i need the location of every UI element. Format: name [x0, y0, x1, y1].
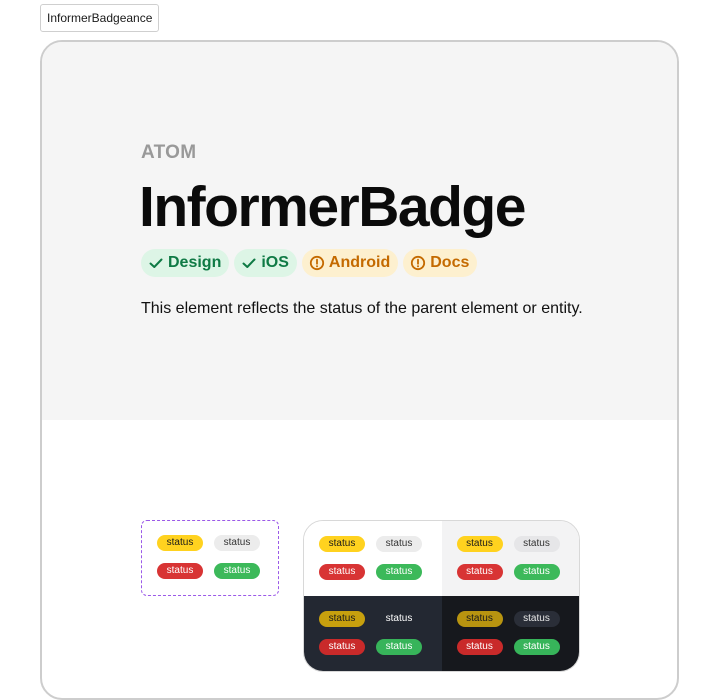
component-type: ATOM	[141, 142, 197, 163]
dark-theme-preview: status status status status	[304, 596, 442, 671]
platform-status-list: Design iOS Android Docs	[141, 249, 478, 277]
warning-badge: status	[456, 611, 503, 627]
warning-badge: status	[319, 611, 365, 627]
badge-variants-sample[interactable]: status status status status	[141, 520, 279, 596]
neutral-badge: status	[376, 536, 422, 552]
success-badge: status	[376, 639, 422, 655]
warning-circle-icon	[410, 255, 426, 271]
light-gray-theme-preview: status status status status	[441, 521, 579, 596]
success-badge: status	[214, 563, 260, 579]
dark-black-theme-preview: status status status status	[441, 596, 579, 671]
page-title: InformerBadge	[139, 175, 526, 239]
ios-status-chip: iOS	[234, 249, 297, 277]
design-status-label: Design	[168, 254, 222, 271]
error-badge: status	[157, 563, 203, 579]
android-status-chip: Android	[301, 249, 399, 277]
error-badge: status	[456, 639, 503, 655]
warning-badge: status	[456, 536, 503, 552]
neutral-badge: status	[513, 611, 560, 627]
component-card: ATOM InformerBadge Design iOS Android Do…	[40, 40, 679, 700]
neutral-badge: status	[513, 536, 560, 552]
light-theme-preview: status status status status	[304, 521, 442, 596]
check-icon	[148, 255, 164, 271]
android-status-label: Android	[328, 254, 391, 271]
document-tab-label: InformerBadgeance	[47, 11, 153, 25]
error-badge: status	[319, 639, 365, 655]
check-icon	[241, 255, 257, 271]
design-status-chip: Design	[141, 249, 230, 277]
error-badge: status	[319, 564, 365, 580]
neutral-badge: status	[214, 535, 260, 551]
component-description: This element reflects the status of the …	[141, 300, 583, 317]
warning-badge: status	[157, 535, 203, 551]
theme-preview-grid: status status status status status statu…	[303, 520, 580, 672]
neutral-badge: status	[385, 613, 413, 624]
warning-circle-icon	[309, 255, 325, 271]
document-tab[interactable]: InformerBadgeance	[40, 4, 160, 32]
hero-section: ATOM InformerBadge Design iOS Android Do…	[42, 42, 677, 420]
success-badge: status	[513, 639, 560, 655]
success-badge: status	[513, 564, 560, 580]
success-badge: status	[376, 564, 422, 580]
warning-badge: status	[319, 536, 365, 552]
error-badge: status	[456, 564, 503, 580]
docs-status-label: Docs	[430, 254, 470, 271]
docs-status-chip: Docs	[403, 249, 478, 277]
ios-status-label: iOS	[261, 254, 289, 271]
